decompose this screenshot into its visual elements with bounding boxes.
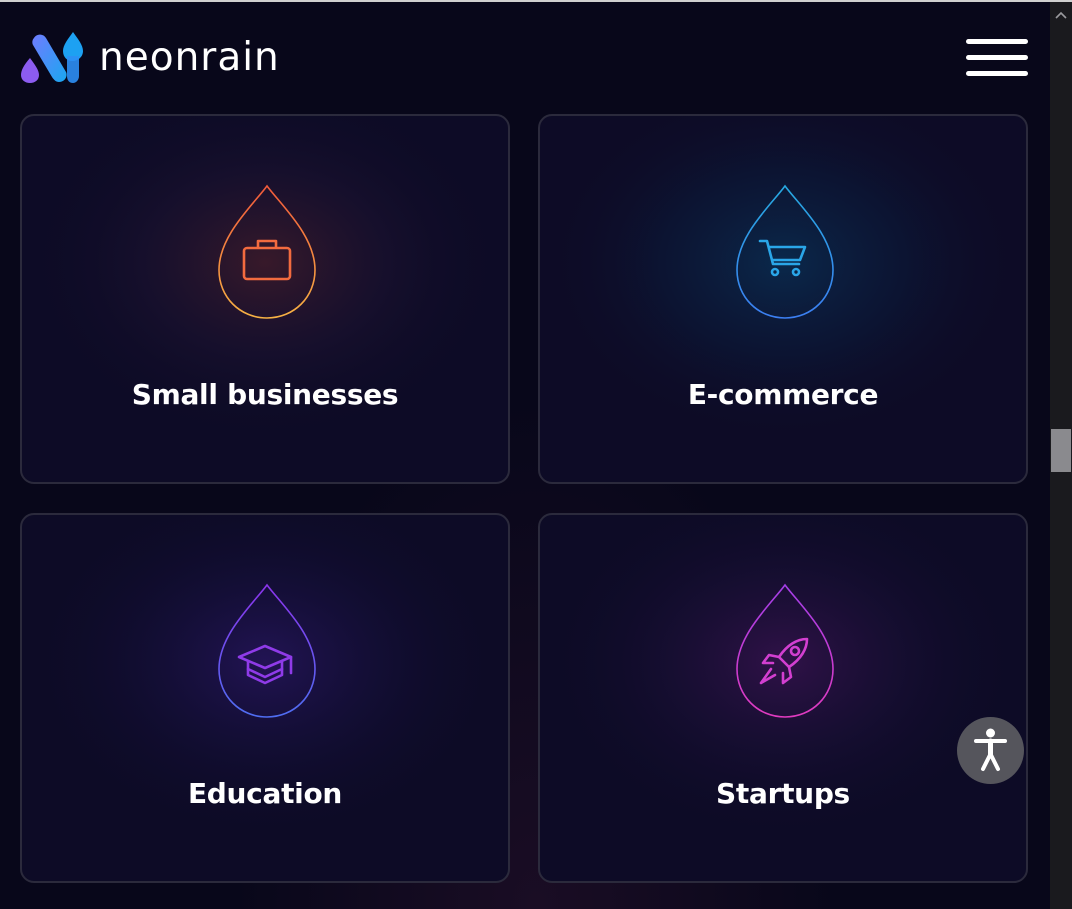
neonrain-logo-icon <box>21 32 83 83</box>
hamburger-menu-icon-bottom <box>966 71 1028 76</box>
hamburger-menu-icon-middle <box>966 55 1028 60</box>
briefcase-icon <box>218 184 316 319</box>
card-education[interactable]: Education <box>20 513 510 883</box>
card-e-commerce[interactable]: E-commerce <box>538 114 1028 484</box>
card-label: E-commerce <box>687 378 879 411</box>
graduation-cap-icon <box>218 583 316 718</box>
card-small-businesses[interactable]: Small businesses <box>20 114 510 484</box>
rocket-icon <box>736 583 834 718</box>
page: neonrain Small businesses E-commerce Edu… <box>0 0 1072 909</box>
vertical-scrollbar[interactable] <box>1050 2 1072 909</box>
brand-logo[interactable]: neonrain <box>21 32 280 84</box>
scroll-up-arrow-icon[interactable] <box>1050 6 1072 24</box>
card-label: Small businesses <box>131 378 399 411</box>
scrollbar-thumb[interactable] <box>1051 429 1071 472</box>
card-label: Education <box>187 777 343 810</box>
card-startups[interactable]: Startups <box>538 513 1028 883</box>
hamburger-menu-button[interactable] <box>966 39 1028 79</box>
card-label: Startups <box>716 777 850 810</box>
accessibility-person-icon <box>974 728 1007 771</box>
shopping-cart-icon <box>736 184 834 319</box>
site-header: neonrain <box>0 2 1050 110</box>
accessibility-button[interactable] <box>957 717 1024 784</box>
brand-name: neonrain <box>99 35 280 80</box>
hamburger-menu-icon <box>966 39 1028 44</box>
